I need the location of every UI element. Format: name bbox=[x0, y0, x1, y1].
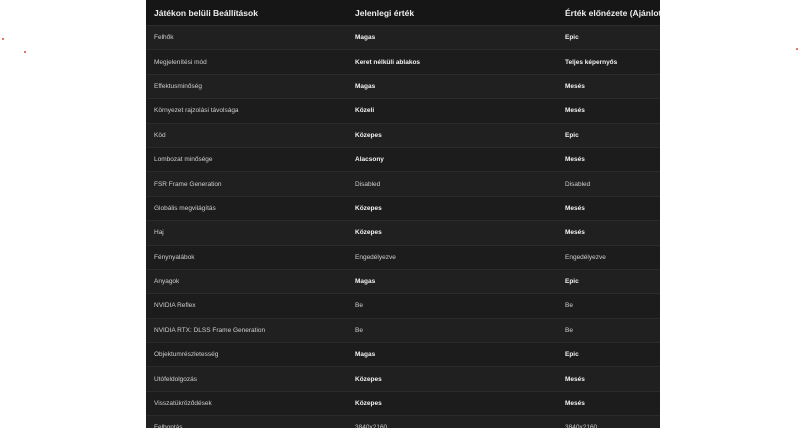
setting-name: Haj bbox=[154, 229, 164, 237]
table-row: Megjelenítési mód Keret nélküli ablakos Te… bbox=[146, 50, 660, 75]
decorative-mark bbox=[796, 48, 798, 50]
table-row: Objektumrészletesség Magas Epic bbox=[146, 343, 660, 368]
preview-value: Mesés bbox=[565, 400, 585, 408]
preview-value: 3840x2160 bbox=[565, 424, 598, 428]
table-row: Anyagok Magas Epic bbox=[146, 270, 660, 295]
setting-name: Objektumrészletesség bbox=[154, 351, 219, 359]
decorative-mark bbox=[2, 38, 4, 40]
preview-value: Mesés bbox=[565, 204, 585, 212]
table-row: NVIDIA Reflex Be Be bbox=[146, 294, 660, 319]
current-value: Be bbox=[355, 326, 363, 334]
setting-name: Effektusminőség bbox=[154, 82, 202, 90]
setting-name: Felbontás bbox=[154, 424, 183, 428]
preview-value: Mesés bbox=[565, 156, 585, 164]
page: Játékon belüli Beállítások Jelenlegi ért… bbox=[0, 0, 800, 428]
table-row: Utófeldolgozás Közepes Mesés bbox=[146, 367, 660, 392]
preview-value: Epic bbox=[565, 34, 579, 42]
table-row: Lombozat minősége Alacsony Mesés bbox=[146, 147, 660, 173]
current-value: Közepes bbox=[355, 375, 382, 383]
table-row: Köd Közepes Epic bbox=[146, 124, 660, 148]
current-value: Magas bbox=[355, 351, 376, 359]
preview-value: Mesés bbox=[565, 107, 585, 115]
preview-value: Be bbox=[565, 302, 573, 310]
preview-value: Mesés bbox=[565, 375, 585, 383]
preview-value: Epic bbox=[565, 131, 579, 139]
setting-name: Felhők bbox=[154, 34, 174, 42]
preview-value: Disabled bbox=[565, 180, 591, 188]
current-value: Be bbox=[355, 302, 363, 310]
table-row: FSR Frame Generation Disabled Disabled bbox=[146, 172, 660, 197]
header-current-value: Jelenlegi érték bbox=[355, 7, 415, 18]
setting-name: Utófeldolgozás bbox=[154, 375, 197, 383]
table-body: Felhők Magas Epic Megjelenítési mód Keret né… bbox=[146, 26, 660, 428]
preview-value: Mesés bbox=[565, 82, 585, 90]
current-value: Keret nélküli ablakos bbox=[355, 58, 421, 66]
current-value: Közepes bbox=[355, 400, 382, 408]
current-value: Alacsony bbox=[355, 156, 384, 164]
current-value: Disabled bbox=[355, 180, 381, 188]
table-row: Fénynyalábok Engedélyezve Engedélyezve bbox=[146, 245, 660, 270]
setting-name: NVIDIA Reflex bbox=[154, 302, 196, 310]
setting-name: Környezet rajzolási távolsága bbox=[154, 107, 239, 115]
current-value: Magas bbox=[355, 82, 376, 90]
preview-value: Epic bbox=[565, 278, 579, 286]
table-header: Játékon belüli Beállítások Jelenlegi ért… bbox=[146, 0, 660, 26]
setting-name: NVIDIA RTX: DLSS Frame Generation bbox=[154, 326, 266, 334]
settings-comparison-table: Játékon belüli Beállítások Jelenlegi ért… bbox=[146, 0, 660, 428]
table-row: Haj Közepes Mesés bbox=[146, 221, 660, 246]
setting-name: FSR Frame Generation bbox=[154, 180, 222, 188]
table-row: NVIDIA RTX: DLSS Frame Generation Be Be bbox=[146, 319, 660, 344]
setting-name: Visszatükröződések bbox=[154, 400, 212, 408]
setting-name: Köd bbox=[154, 131, 166, 139]
current-value: Közepes bbox=[355, 229, 382, 237]
table-row: Felbontás 3840x2160 3840x2160 bbox=[146, 416, 660, 428]
table-row: Globális megvilágítás Közepes Mesés bbox=[146, 196, 660, 222]
preview-value: Engedélyezve bbox=[565, 253, 606, 261]
current-value: 3840x2160 bbox=[355, 424, 388, 428]
current-value: Engedélyezve bbox=[355, 253, 396, 261]
preview-value: Teljes képernyős bbox=[565, 58, 618, 66]
current-value: Magas bbox=[355, 278, 376, 286]
preview-value: Mesés bbox=[565, 229, 585, 237]
setting-name: Megjelenítési mód bbox=[154, 58, 207, 66]
table-row: Effektusminőség Magas Mesés bbox=[146, 75, 660, 100]
table-row: Felhők Magas Epic bbox=[146, 26, 660, 51]
setting-name: Lombozat minősége bbox=[154, 156, 213, 164]
setting-name: Fénynyalábok bbox=[154, 253, 195, 261]
setting-name: Globális megvilágítás bbox=[154, 204, 216, 212]
current-value: Magas bbox=[355, 34, 376, 42]
current-value: Közeli bbox=[355, 107, 375, 115]
current-value: Közepes bbox=[355, 204, 382, 212]
header-setting: Játékon belüli Beállítások bbox=[154, 7, 258, 18]
setting-name: Anyagok bbox=[154, 278, 180, 286]
table-row: Környezet rajzolási távolsága Közeli Mesés bbox=[146, 99, 660, 124]
preview-value: Epic bbox=[565, 351, 579, 359]
current-value: Közepes bbox=[355, 131, 382, 139]
decorative-mark bbox=[24, 51, 26, 53]
header-preview-value: Érték előnézete (Ajánlott) bbox=[565, 7, 660, 18]
preview-value: Be bbox=[565, 326, 573, 334]
table-row: Visszatükröződések Közepes Mesés bbox=[146, 391, 660, 417]
